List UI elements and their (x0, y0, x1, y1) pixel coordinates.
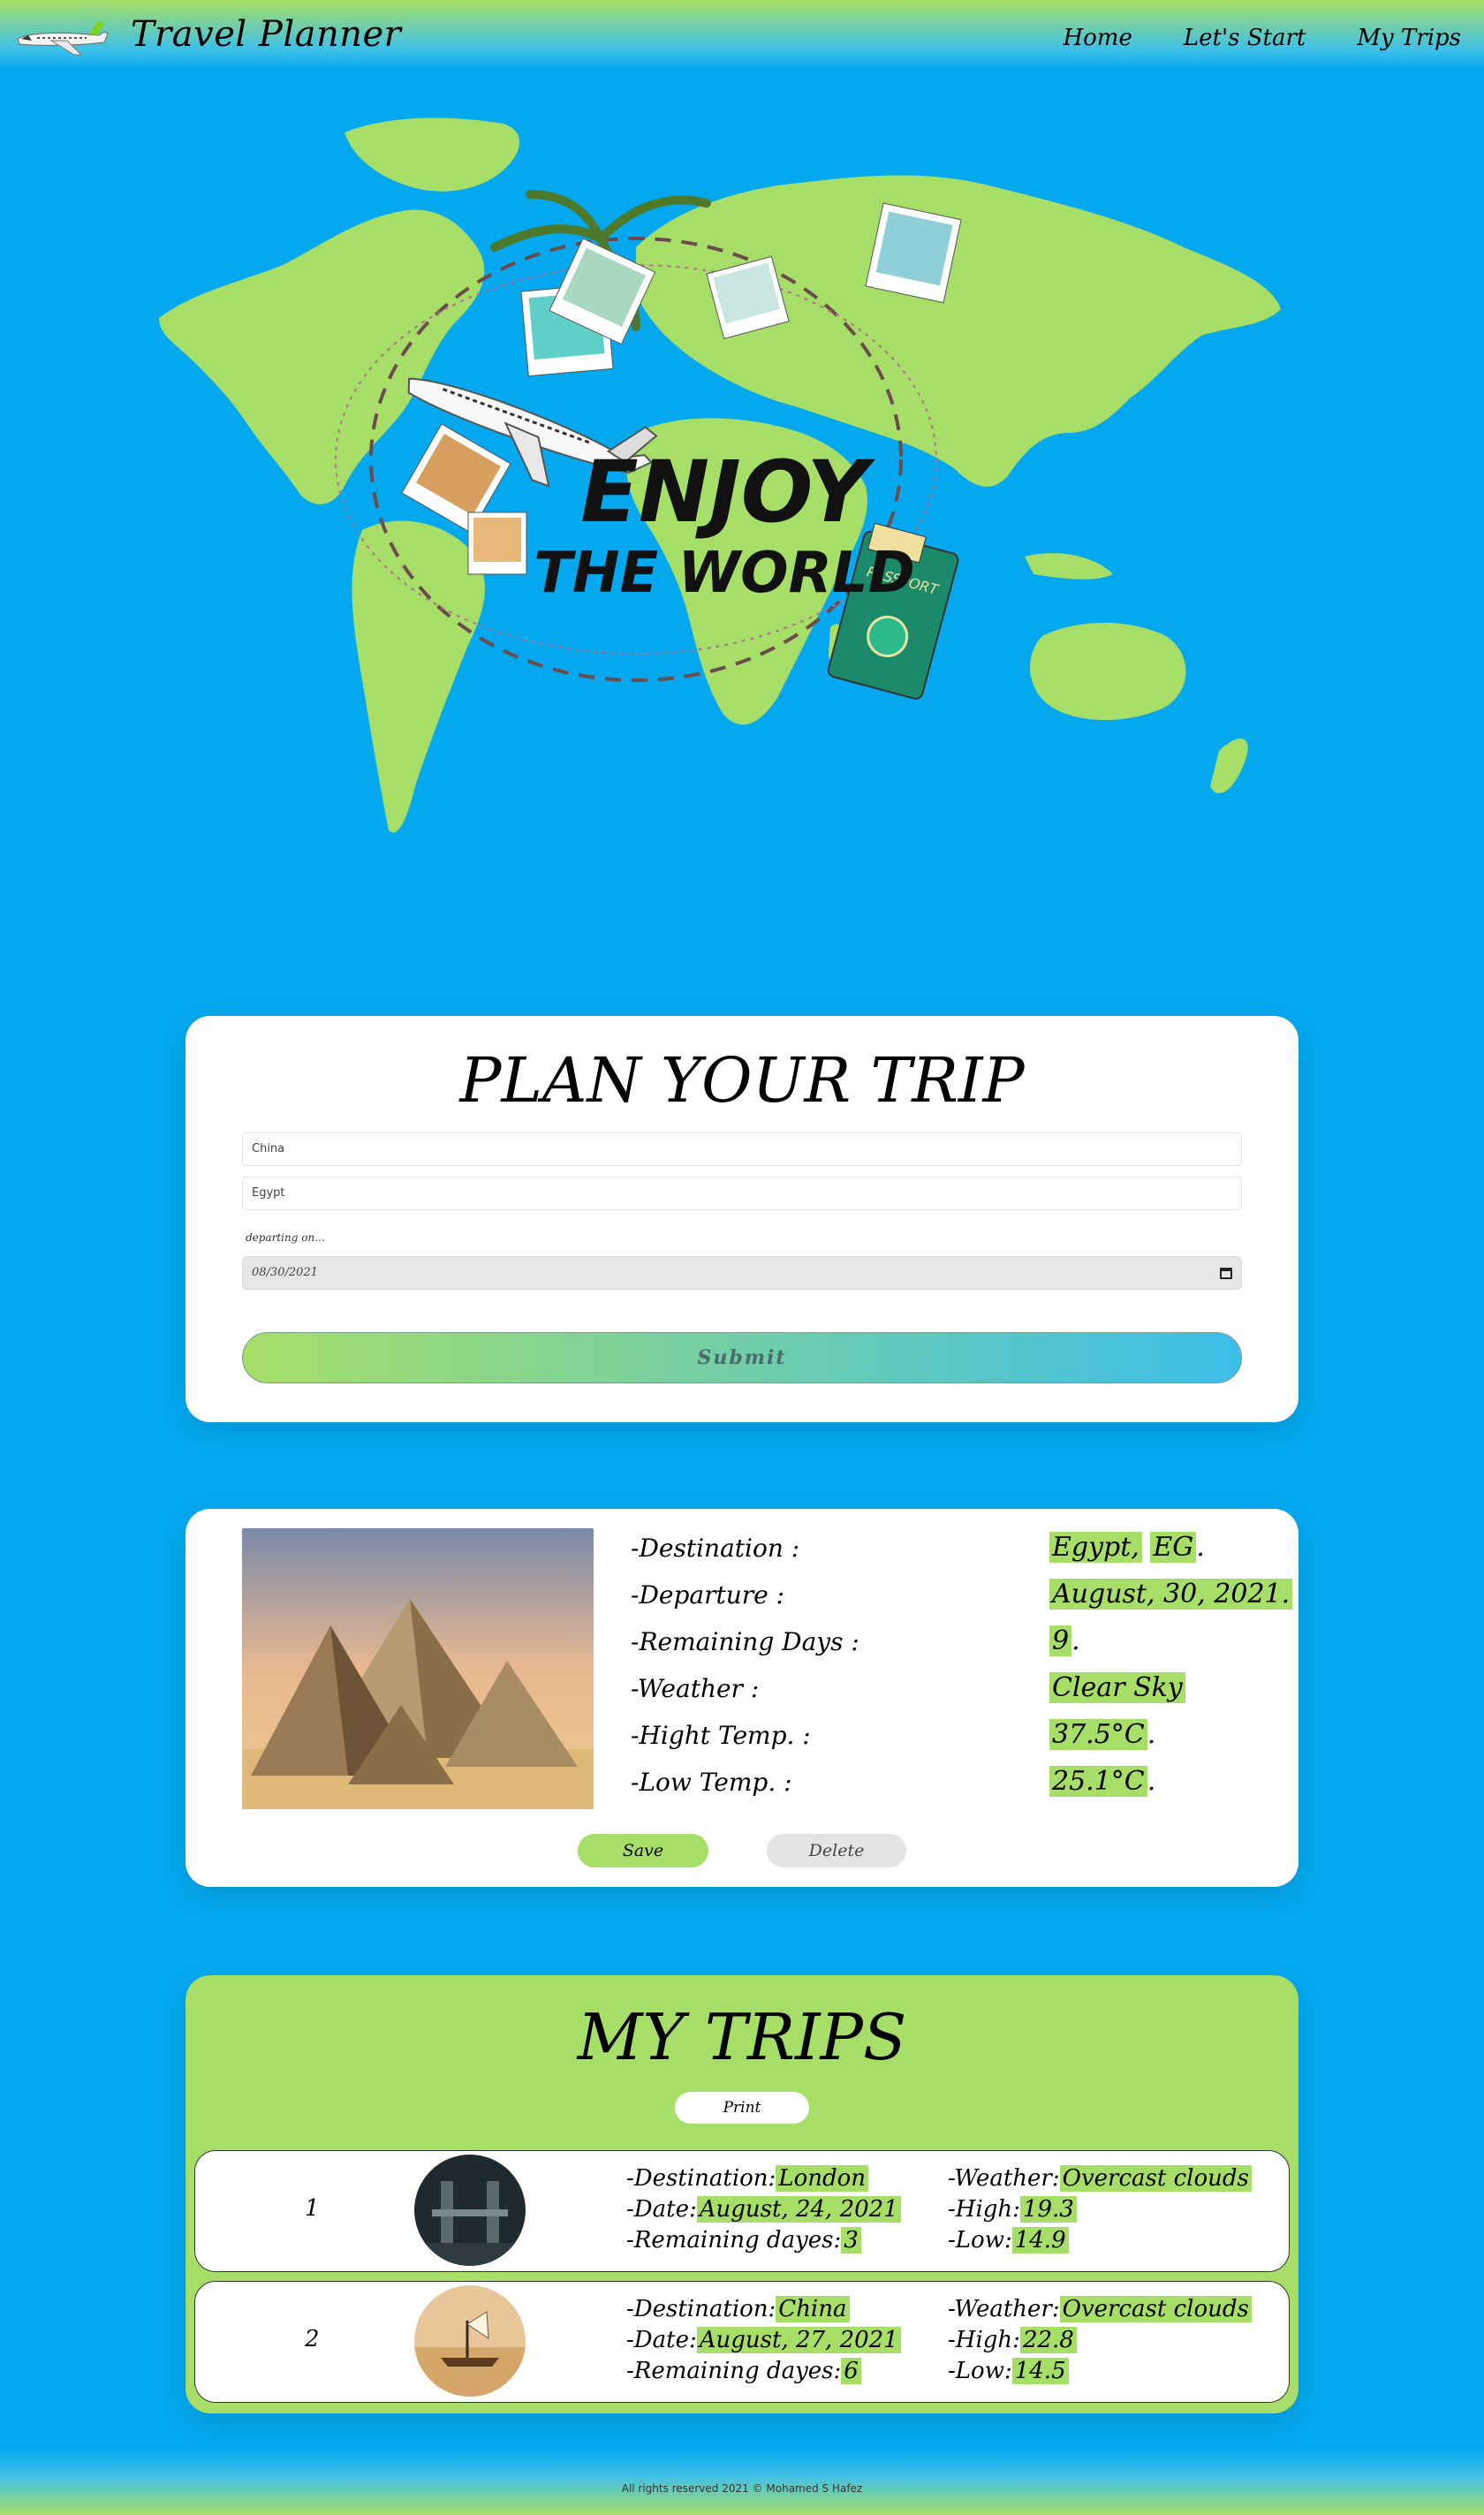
origin-input[interactable]: China (242, 1133, 1242, 1166)
value-weather: Clear Sky (1049, 1672, 1185, 1703)
value-low-temp: 25.1°C. (1049, 1766, 1155, 1797)
trip-row: 2 -Destination: China -Date: August, 27, 2… (194, 2281, 1290, 2403)
trip-index: 2 (305, 2326, 320, 2352)
airplane-logo-icon (17, 21, 109, 56)
trip-details-left: -Destination: London -Date: August, 24, 20… (626, 2163, 901, 2256)
value-high-temp: 37.5°C. (1049, 1719, 1155, 1750)
footer-text: All rights reserved 2021 © Mohamed S Haf… (621, 2482, 863, 2495)
hero-title-line1: ENJOY (580, 443, 875, 542)
my-trips-title: MY TRIPS (577, 2000, 907, 2074)
my-trips-section: MY TRIPS Print 1 -Destination: London -Da… (186, 1975, 1298, 2413)
trip-image-london (414, 2155, 526, 2266)
site-footer: All rights reserved 2021 © Mohamed S Haf… (0, 2449, 1484, 2515)
trip-result-card: -Destination : -Departure : -Remaining D… (186, 1509, 1298, 1887)
label-departure: -Departure : (631, 1580, 785, 1610)
departing-label: departing on... (246, 1231, 325, 1244)
delete-button[interactable]: Delete (767, 1834, 906, 1867)
hero-title-line2: THE WORLD (534, 541, 914, 606)
label-low-temp: -Low Temp. : (631, 1768, 792, 1797)
value-remaining-days: 9. (1049, 1625, 1080, 1656)
label-destination: -Destination : (631, 1534, 800, 1563)
trip-row: 1 -Destination: London -Date: August, 24, … (194, 2150, 1290, 2272)
destination-image (242, 1528, 594, 1809)
submit-button[interactable]: Submit (242, 1332, 1242, 1383)
trip-image-china (414, 2285, 526, 2397)
plan-title: PLAN YOUR TRIP (459, 1044, 1025, 1117)
nav-my-trips[interactable]: My Trips (1357, 25, 1461, 51)
calendar-icon[interactable] (1220, 1268, 1232, 1279)
world-map-hero: PASSPORT ENJOY THE WORLD (159, 117, 1281, 833)
label-weather: -Weather : (631, 1674, 760, 1703)
trip-details-right: -Weather: Overcast clouds -High: 22.8 -Low… (948, 2294, 1252, 2387)
nav-home[interactable]: Home (1063, 25, 1132, 51)
value-destination: Egypt, EG. (1049, 1532, 1205, 1563)
print-button[interactable]: Print (675, 2092, 809, 2124)
main-nav: Home Let's Start My Trips (1063, 25, 1461, 51)
trip-details-left: -Destination: China -Date: August, 27, 202… (626, 2294, 901, 2387)
label-high-temp: -Hight Temp. : (631, 1721, 811, 1750)
nav-lets-start[interactable]: Let's Start (1184, 25, 1306, 51)
departure-date-input[interactable]: 08/30/2021 (242, 1256, 1242, 1290)
trip-details-right: -Weather: Overcast clouds -High: 19.3 -Low… (948, 2163, 1252, 2256)
site-header: Travel Planner Home Let's Start My Trips (0, 0, 1484, 71)
destination-input[interactable]: Egypt (242, 1177, 1242, 1210)
brand-title: Travel Planner (131, 14, 402, 55)
save-button[interactable]: Save (578, 1834, 708, 1867)
date-value: 08/30/2021 (252, 1266, 318, 1279)
trip-index: 1 (305, 2195, 320, 2222)
plan-trip-card: PLAN YOUR TRIP China Egypt departing on.… (186, 1016, 1298, 1422)
value-departure: August, 30, 2021. (1049, 1579, 1293, 1610)
label-remaining-days: -Remaining Days : (631, 1627, 859, 1656)
